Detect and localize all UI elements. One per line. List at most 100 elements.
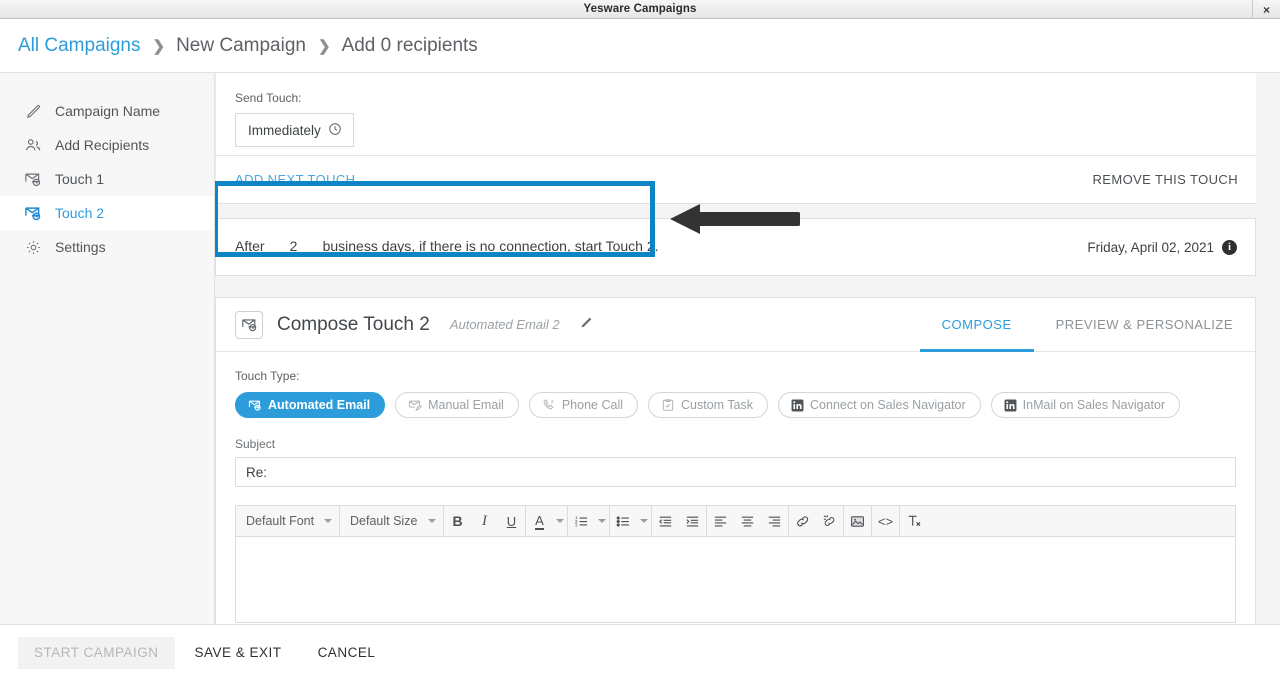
delay-date-group: Friday, April 02, 2021 i: [1087, 240, 1237, 255]
send-touch-label: Send Touch:: [235, 91, 1256, 105]
sidebar-item-label: Touch 2: [55, 205, 104, 221]
unlink-icon[interactable]: [816, 506, 843, 537]
clear-format-group: [900, 506, 927, 537]
chevron-down-icon: [428, 519, 436, 523]
delay-date-label: Friday, April 02, 2021: [1087, 240, 1214, 255]
breadcrumb-item-all-campaigns[interactable]: All Campaigns: [18, 35, 141, 57]
linkedin-icon: [791, 399, 804, 412]
sidebar-item-add-recipients[interactable]: Add Recipients: [0, 128, 214, 162]
chip-manual-email[interactable]: Manual Email: [395, 392, 519, 418]
image-icon[interactable]: [844, 506, 871, 537]
unordered-list-icon[interactable]: [610, 506, 637, 537]
cancel-button[interactable]: CANCEL: [302, 637, 392, 669]
compose-header: Compose Touch 2 Automated Email 2 COMPOS…: [216, 298, 1255, 352]
chip-connect-sales-navigator[interactable]: Connect on Sales Navigator: [778, 392, 981, 418]
sidebar-item-settings[interactable]: Settings: [0, 230, 214, 264]
code-group: <>: [872, 506, 900, 537]
subject-label: Subject: [235, 437, 1235, 451]
outdent-icon[interactable]: [652, 506, 679, 537]
align-right-icon[interactable]: [761, 506, 788, 537]
unordered-list-chevron-down-icon[interactable]: [637, 519, 651, 523]
start-campaign-button[interactable]: START CAMPAIGN: [18, 637, 175, 669]
compose-tabs: COMPOSE PREVIEW & PERSONALIZE: [920, 298, 1255, 352]
send-touch-select[interactable]: Immediately: [235, 113, 354, 147]
breadcrumb-separator-icon: ❯: [318, 37, 331, 55]
compose-title-group: Compose Touch 2 Automated Email 2: [235, 311, 593, 339]
save-and-exit-button[interactable]: SAVE & EXIT: [179, 637, 298, 669]
sidebar-item-label: Touch 1: [55, 171, 104, 187]
touch-type-label: Touch Type:: [235, 369, 1235, 383]
ordered-list-chevron-down-icon[interactable]: [595, 519, 609, 523]
gear-icon: [24, 238, 42, 256]
sidebar-item-touch-2[interactable]: Touch 2: [0, 196, 214, 230]
add-next-touch-button[interactable]: ADD NEXT TOUCH: [235, 172, 355, 187]
pencil-icon[interactable]: [580, 316, 593, 334]
text-style-group: B I U: [444, 506, 526, 537]
breadcrumb-separator-icon: ❯: [153, 37, 166, 55]
align-center-icon[interactable]: [734, 506, 761, 537]
left-arrow-annotation: [670, 204, 800, 234]
chip-inmail-sales-navigator[interactable]: InMail on Sales Navigator: [991, 392, 1180, 418]
delay-suffix-label: business days, if there is no connection…: [323, 238, 659, 254]
close-icon[interactable]: ×: [1252, 0, 1280, 19]
window-title: Yesware Campaigns: [584, 3, 697, 15]
linkedin-icon: [1004, 399, 1017, 412]
clear-format-icon[interactable]: [900, 506, 927, 537]
chevron-down-icon: [324, 519, 332, 523]
italic-icon[interactable]: I: [471, 506, 498, 537]
send-touch-card: Send Touch: Immediately: [215, 73, 1256, 156]
info-icon[interactable]: i: [1222, 240, 1237, 255]
tab-compose[interactable]: COMPOSE: [920, 301, 1034, 352]
chip-phone-call[interactable]: Phone Call: [529, 392, 638, 418]
indent-group: [652, 506, 707, 537]
compose-title: Compose Touch 2: [277, 314, 430, 336]
remove-this-touch-button[interactable]: REMOVE THIS TOUCH: [1093, 172, 1239, 187]
envelope-clock-icon: [248, 398, 262, 412]
ordered-list-icon[interactable]: 1 2 3: [568, 506, 595, 537]
sidebar: Campaign Name Add Recipients Touch 1: [0, 73, 215, 624]
chip-automated-email[interactable]: Automated Email: [235, 392, 385, 418]
indent-icon[interactable]: [679, 506, 706, 537]
phone-icon: [542, 398, 556, 412]
font-size-select[interactable]: Default Size: [340, 506, 444, 537]
sidebar-item-touch-1[interactable]: Touch 1: [0, 162, 214, 196]
sidebar-item-label: Campaign Name: [55, 103, 160, 119]
chip-label: Manual Email: [428, 398, 504, 412]
underline-icon[interactable]: U: [498, 506, 525, 537]
business-days-input[interactable]: [274, 238, 314, 257]
touch-type-chips: Automated Email Manual Email: [235, 392, 1235, 418]
compose-body: Touch Type: Automated Email: [216, 352, 1255, 623]
chip-custom-task[interactable]: Custom Task: [648, 392, 768, 418]
sidebar-item-campaign-name[interactable]: Campaign Name: [0, 94, 214, 128]
svg-text:3: 3: [575, 522, 578, 527]
tab-preview-personalize[interactable]: PREVIEW & PERSONALIZE: [1034, 301, 1255, 352]
compose-card: Compose Touch 2 Automated Email 2 COMPOS…: [215, 297, 1256, 624]
font-family-select[interactable]: Default Font: [236, 506, 340, 537]
main-content: Send Touch: Immediately ADD NEXT TOUCH R…: [215, 73, 1280, 624]
code-icon[interactable]: <>: [872, 506, 899, 537]
clipboard-check-icon: [661, 398, 675, 412]
chip-label: Phone Call: [562, 398, 623, 412]
breadcrumb-item-add-recipients[interactable]: Add 0 recipients: [342, 35, 478, 57]
chip-label: Custom Task: [681, 398, 753, 412]
font-family-value: Default Font: [246, 514, 314, 528]
font-color-icon[interactable]: A: [526, 506, 553, 537]
bold-icon[interactable]: B: [444, 506, 471, 537]
font-size-value: Default Size: [350, 514, 417, 528]
breadcrumb-item-new-campaign[interactable]: New Campaign: [176, 35, 306, 57]
delay-sentence: After business days, if there is no conn…: [235, 238, 659, 257]
chip-label: Connect on Sales Navigator: [810, 398, 966, 412]
bullet-group: [610, 506, 652, 537]
breadcrumb: All Campaigns ❯ New Campaign ❯ Add 0 rec…: [0, 19, 1280, 73]
window-titlebar: Yesware Campaigns ×: [0, 0, 1280, 19]
touch-actions-bar: ADD NEXT TOUCH REMOVE THIS TOUCH: [215, 156, 1256, 204]
subject-input[interactable]: [235, 457, 1236, 487]
compose-subtitle: Automated Email 2: [450, 317, 560, 332]
email-body-editor[interactable]: [236, 537, 1235, 622]
align-left-icon[interactable]: [707, 506, 734, 537]
link-icon[interactable]: [789, 506, 816, 537]
chip-label: Automated Email: [268, 398, 370, 412]
insert-group: [844, 506, 872, 537]
font-color-chevron-down-icon[interactable]: [553, 519, 567, 523]
clock-icon: [328, 122, 342, 139]
